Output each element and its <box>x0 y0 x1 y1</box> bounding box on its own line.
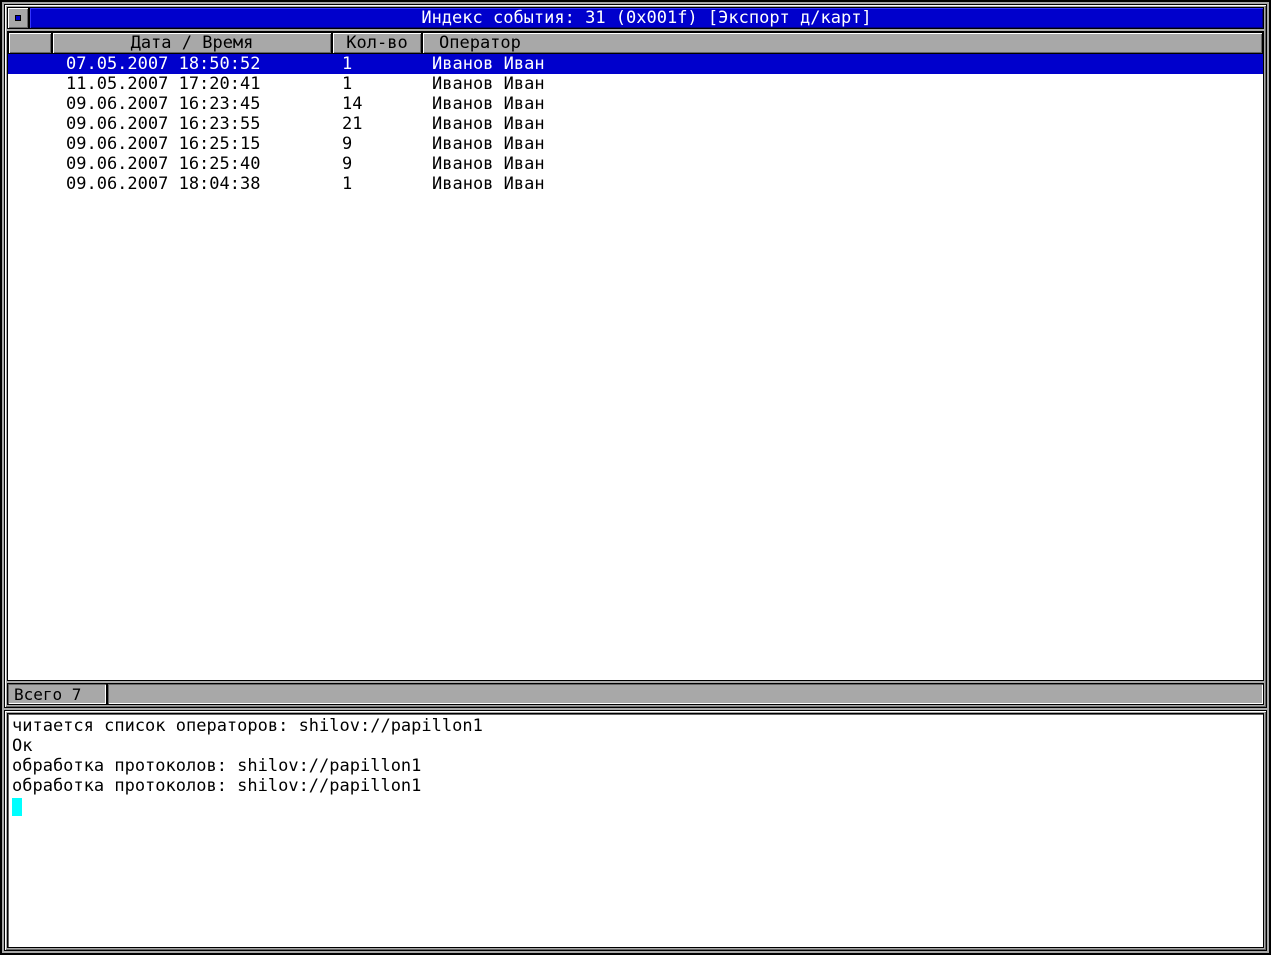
app-frame: Индекс события: 31 (0x001f) [Экспорт д/к… <box>0 0 1271 955</box>
system-menu-button[interactable] <box>7 7 29 29</box>
titlebar-row: Индекс события: 31 (0x001f) [Экспорт д/к… <box>7 7 1264 29</box>
cell-qty: 1 <box>332 74 422 94</box>
table-row[interactable]: 07.05.2007 18:50:521Иванов Иван <box>8 54 1263 74</box>
table-header: Дата / Время Кол-во Оператор <box>8 32 1263 54</box>
table-row[interactable]: 09.06.2007 18:04:381Иванов Иван <box>8 174 1263 194</box>
column-header-qty-label: Кол-во <box>346 33 407 53</box>
cell-date: 11.05.2007 17:20:41 <box>52 74 332 94</box>
cell-operator: Иванов Иван <box>422 174 1263 194</box>
cell-date: 09.06.2007 16:25:15 <box>52 134 332 154</box>
cell-operator: Иванов Иван <box>422 74 1263 94</box>
event-list-window: Индекс события: 31 (0x001f) [Экспорт д/к… <box>4 4 1267 708</box>
cell-date: 07.05.2007 18:50:52 <box>52 54 332 74</box>
cell-operator: Иванов Иван <box>422 154 1263 174</box>
console-cursor <box>12 798 22 816</box>
cell-qty: 21 <box>332 114 422 134</box>
cell-date: 09.06.2007 18:04:38 <box>52 174 332 194</box>
status-bar: Всего 7 <box>7 683 1264 705</box>
console-line: обработка протоколов: shilov://papillon1 <box>12 776 1259 796</box>
console-frame: читается список операторов: shilov://pap… <box>4 710 1267 951</box>
event-table: Дата / Время Кол-во Оператор 07.05.2007 … <box>7 31 1264 681</box>
window-title: Индекс события: 31 (0x001f) [Экспорт д/к… <box>421 8 871 28</box>
status-total: Всего 7 <box>7 683 107 705</box>
console-output: читается список операторов: shilov://pap… <box>7 713 1264 948</box>
console-line: Ок <box>12 736 1259 756</box>
cell-qty: 9 <box>332 134 422 154</box>
cell-operator: Иванов Иван <box>422 54 1263 74</box>
window-titlebar[interactable]: Индекс события: 31 (0x001f) [Экспорт д/к… <box>29 7 1264 29</box>
cell-qty: 1 <box>332 174 422 194</box>
cell-operator: Иванов Иван <box>422 94 1263 114</box>
cell-date: 09.06.2007 16:23:45 <box>52 94 332 114</box>
status-total-label: Всего 7 <box>14 685 81 704</box>
table-row[interactable]: 09.06.2007 16:23:4514Иванов Иван <box>8 94 1263 114</box>
column-gutter[interactable] <box>8 32 52 54</box>
table-body: 07.05.2007 18:50:521Иванов Иван11.05.200… <box>8 54 1263 680</box>
column-header-qty[interactable]: Кол-во <box>332 32 422 54</box>
table-row[interactable]: 09.06.2007 16:23:5521Иванов Иван <box>8 114 1263 134</box>
cell-date: 09.06.2007 16:25:40 <box>52 154 332 174</box>
column-header-date-label: Дата / Время <box>131 33 254 53</box>
system-menu-icon <box>15 15 21 21</box>
column-header-operator[interactable]: Оператор <box>422 32 1263 54</box>
console-line: обработка протоколов: shilov://papillon1 <box>12 756 1259 776</box>
table-row[interactable]: 09.06.2007 16:25:159Иванов Иван <box>8 134 1263 154</box>
cell-qty: 14 <box>332 94 422 114</box>
table-row[interactable]: 09.06.2007 16:25:409Иванов Иван <box>8 154 1263 174</box>
table-row[interactable]: 11.05.2007 17:20:411Иванов Иван <box>8 74 1263 94</box>
column-header-operator-label: Оператор <box>439 33 521 53</box>
cell-operator: Иванов Иван <box>422 134 1263 154</box>
column-header-date[interactable]: Дата / Время <box>52 32 332 54</box>
console-line: читается список операторов: shilov://pap… <box>12 716 1259 736</box>
cell-operator: Иванов Иван <box>422 114 1263 134</box>
status-spacer <box>107 683 1264 705</box>
cell-qty: 1 <box>332 54 422 74</box>
cell-qty: 9 <box>332 154 422 174</box>
cell-date: 09.06.2007 16:23:55 <box>52 114 332 134</box>
